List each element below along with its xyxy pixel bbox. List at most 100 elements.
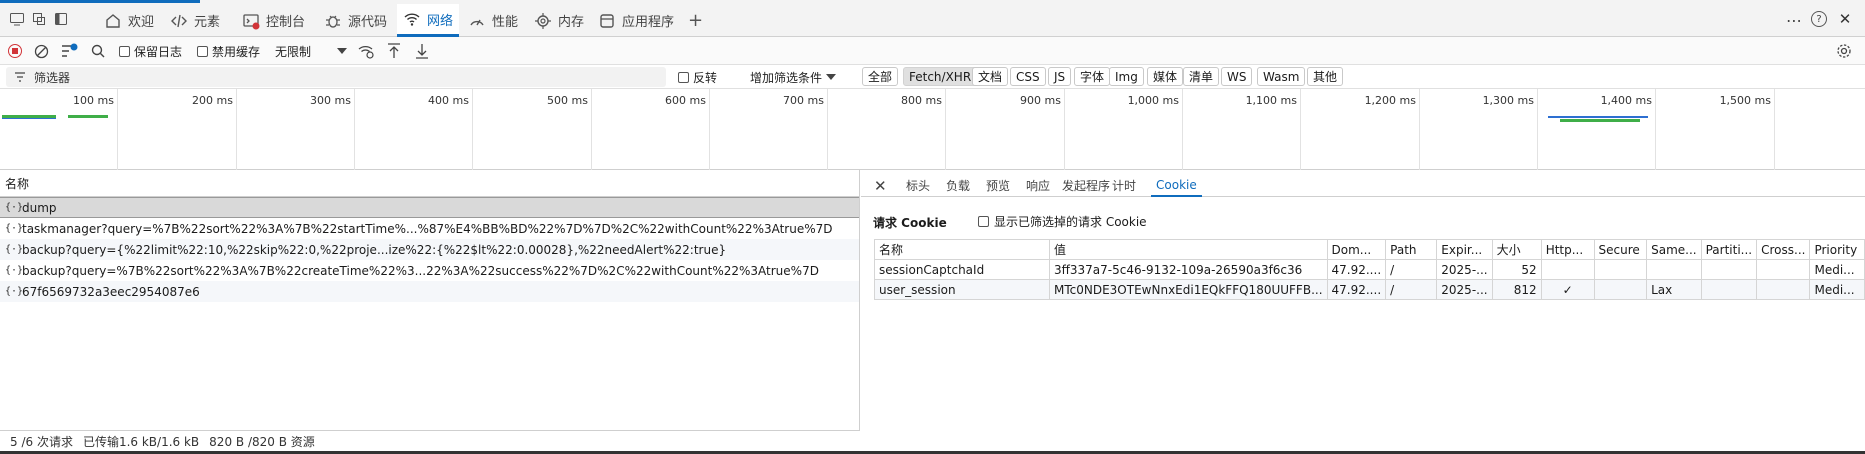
cookie-column-header[interactable]: Http... xyxy=(1540,239,1595,260)
request-bar xyxy=(68,115,108,118)
filter-chip[interactable]: 全部 xyxy=(862,67,899,86)
tab-label: 应用程序 xyxy=(622,15,675,30)
filter-chip[interactable]: Wasm xyxy=(1257,67,1306,86)
cookie-cell xyxy=(1540,259,1595,280)
record-button[interactable] xyxy=(8,42,22,60)
close-devtools-button[interactable]: ✕ xyxy=(1834,8,1856,30)
filter-chip[interactable]: CSS xyxy=(1010,67,1046,86)
preserve-log-checkbox[interactable]: 保留日志 xyxy=(119,42,182,60)
filter-chip[interactable]: 媒体 xyxy=(1147,67,1184,86)
invert-checkbox[interactable]: 反转 xyxy=(678,68,717,86)
tab-sources[interactable]: 源代码 xyxy=(318,4,393,37)
cookie-cell xyxy=(1700,259,1758,280)
more-tools-button[interactable]: ⋯ xyxy=(1780,4,1808,37)
disable-cache-checkbox[interactable]: 禁用缓存 xyxy=(197,42,260,60)
filter-chip[interactable]: 其他 xyxy=(1307,67,1344,86)
device-emulation-icon[interactable] xyxy=(6,8,28,30)
cookie-column-header[interactable]: Cross... xyxy=(1756,239,1811,260)
tab-label: 内存 xyxy=(558,15,585,30)
cookie-column-header[interactable]: Expir... xyxy=(1436,239,1493,260)
filter-chip[interactable]: Img xyxy=(1109,67,1144,86)
request-row[interactable]: {·} dump xyxy=(0,197,859,218)
performance-icon xyxy=(468,12,486,30)
more-icon: ⋯ xyxy=(1786,11,1802,30)
column-header-label: 名称 xyxy=(5,176,30,191)
network-settings-button[interactable] xyxy=(1836,42,1852,60)
cookie-column-header[interactable]: Dom... xyxy=(1326,239,1387,260)
detail-tab[interactable]: 预览 xyxy=(981,174,1015,197)
tab-memory[interactable]: 内存 xyxy=(528,4,590,37)
request-row[interactable]: {·} backup?query=%7B%22sort%22%3A%7B%22cr… xyxy=(0,260,859,281)
tab-welcome[interactable]: 欢迎 xyxy=(98,4,160,37)
add-tab-button[interactable]: + xyxy=(682,4,709,37)
checkbox-icon xyxy=(978,216,989,227)
import-har-button[interactable] xyxy=(387,42,401,60)
inspect-element-icon[interactable] xyxy=(28,8,50,30)
cookie-column-header[interactable]: 大小 xyxy=(1491,239,1542,260)
detail-tab[interactable]: 响应 xyxy=(1021,174,1055,197)
cookie-cell: Lax xyxy=(1646,279,1702,300)
cookie-column-header[interactable]: Priority xyxy=(1809,239,1865,260)
gear-icon xyxy=(1837,44,1851,58)
tab-label: 控制台 xyxy=(266,15,306,30)
filter-chip[interactable]: JS xyxy=(1048,67,1072,86)
checkbox-icon xyxy=(197,45,208,57)
detail-tab[interactable]: 计时 xyxy=(1107,174,1141,197)
close-details-button[interactable]: ✕ xyxy=(869,174,892,197)
cookie-row[interactable]: user_session MTc0NDE3OTEwNnxEdi1EQkFFQ180… xyxy=(874,279,1865,300)
cookie-cell: 812 xyxy=(1491,279,1542,300)
xhr-icon: {·} xyxy=(5,223,24,234)
filter-chip[interactable]: 字体 xyxy=(1074,67,1111,86)
filter-chip[interactable]: 清单 xyxy=(1183,67,1220,86)
dock-side-icon[interactable] xyxy=(50,8,72,30)
request-row[interactable]: {·} 67f6569732a3eec2954087e6 xyxy=(0,281,859,302)
xhr-icon: {·} xyxy=(5,202,24,213)
tab-network[interactable]: 网络 xyxy=(397,4,460,37)
cookie-column-header[interactable]: Same... xyxy=(1646,239,1702,260)
cookie-cell: Medi... xyxy=(1809,259,1865,280)
help-button[interactable]: ? xyxy=(1808,8,1830,30)
close-icon: ✕ xyxy=(874,176,887,195)
name-column-header[interactable]: 名称 xyxy=(0,170,859,197)
network-conditions-button[interactable] xyxy=(358,42,374,60)
filter-toggle-button[interactable] xyxy=(61,42,79,60)
cookie-column-header[interactable]: 值 xyxy=(1049,239,1328,260)
request-row[interactable]: {·} taskmanager?query=%7B%22sort%22%3A%7B… xyxy=(0,218,859,239)
request-bar xyxy=(1548,116,1648,118)
request-bar xyxy=(1560,119,1640,122)
cookie-column-header[interactable]: Secure xyxy=(1593,239,1648,260)
request-row[interactable]: {·} backup?query={%22limit%22:10,%22skip%… xyxy=(0,239,859,260)
plus-icon: + xyxy=(688,10,704,31)
detail-tab[interactable]: Cookie xyxy=(1151,174,1202,197)
filter-chip[interactable]: 文档 xyxy=(972,67,1009,86)
chevron-down-icon xyxy=(337,48,347,54)
throttling-dropdown-button[interactable] xyxy=(337,42,347,60)
tab-elements[interactable]: 元素 xyxy=(164,4,226,37)
export-har-button[interactable] xyxy=(415,42,429,60)
tab-performance[interactable]: 性能 xyxy=(462,4,524,37)
cookie-cell xyxy=(1646,259,1702,280)
cookie-cell: Medi... xyxy=(1809,279,1865,300)
cookie-table-header: 名称值 Dom... Path Expir... 大小 Http... Secure Same… xyxy=(874,239,1865,260)
throttling-select[interactable]: 无限制 xyxy=(275,42,311,60)
tab-application[interactable]: 应用程序 xyxy=(592,4,680,37)
cookie-column-header[interactable]: Path xyxy=(1385,239,1438,260)
detail-tab[interactable]: 标头 xyxy=(901,174,935,197)
show-filtered-cookies-checkbox[interactable]: 显示已筛选掉的请求 Cookie xyxy=(978,213,1147,230)
network-overview-timeline[interactable]: 100 ms 200 ms 300 ms 400 ms 500 ms 600 ms 700 … xyxy=(0,89,1865,170)
cookie-cell xyxy=(1700,279,1758,300)
cookie-column-header[interactable]: 名称 xyxy=(874,239,1050,260)
cookie-column-header[interactable]: Partiti... xyxy=(1700,239,1758,260)
more-filters-dropdown[interactable]: 增加筛选条件 xyxy=(750,68,837,86)
filter-chip[interactable]: WS xyxy=(1221,67,1253,86)
cookie-cell: ✓ xyxy=(1540,279,1595,300)
detail-tab[interactable]: 负载 xyxy=(941,174,975,197)
cookie-row[interactable]: sessionCaptchaId 3ff337a7-5c46-9132-109a-… xyxy=(874,259,1865,280)
filter-chip[interactable]: Fetch/XHR xyxy=(903,67,978,86)
tab-console[interactable]: 控制台 xyxy=(236,4,311,37)
tab-label: 性能 xyxy=(492,15,519,30)
search-button[interactable] xyxy=(91,42,105,60)
clear-button[interactable] xyxy=(34,42,49,60)
filter-input[interactable]: 筛选器 xyxy=(6,67,666,87)
tab-label: 源代码 xyxy=(348,15,388,30)
